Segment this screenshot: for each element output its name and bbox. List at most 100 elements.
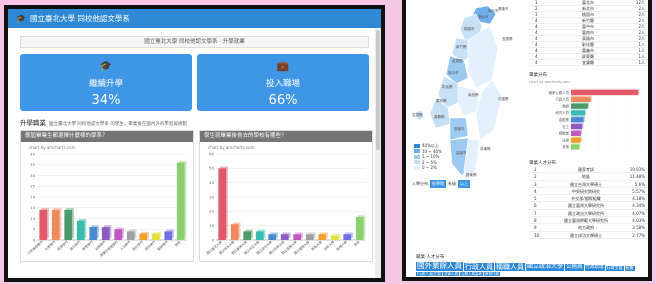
table-row: 8 國立臺灣師範大學研究所 4.03% xyxy=(529,217,648,225)
map-region-hualien[interactable] xyxy=(475,79,503,141)
x-tick-label: 銘傳大學 xyxy=(335,239,349,252)
tag-item[interactable]: 公務員 xyxy=(565,264,584,271)
map-filter-button[interactable]: 依學院 xyxy=(430,180,446,188)
map-region-label: 臺東縣 xyxy=(480,146,491,151)
tag-item[interactable]: 稱職人員 xyxy=(495,262,525,271)
bar xyxy=(176,162,185,240)
legend-swatch xyxy=(414,165,420,170)
tile-value: 66% xyxy=(268,93,298,108)
legend-swatch xyxy=(414,154,420,159)
map-region-label: 新北市 xyxy=(478,14,489,19)
y-tick-label: 20 xyxy=(209,209,214,214)
legend-item: 10 ~ 40% xyxy=(414,149,442,155)
briefcase-icon: 💼 xyxy=(276,61,290,72)
bar xyxy=(255,231,264,240)
x-tick-label: 東吳大學 xyxy=(310,239,324,252)
map-region-label: 基隆市 xyxy=(498,6,509,11)
legend-swatch xyxy=(414,149,420,154)
scrollbar[interactable] xyxy=(375,28,381,278)
map-region-label: 屏東縣 xyxy=(466,172,477,177)
x-tick-label: 資訊學門 xyxy=(143,239,156,251)
bar xyxy=(268,234,277,240)
table-cell: 國家考試 xyxy=(578,167,594,172)
table-cell: 1 xyxy=(535,0,538,5)
table-cell: 臺中市 xyxy=(582,24,594,29)
bar xyxy=(571,130,581,136)
tag-item[interactable]: 行政主管 xyxy=(605,265,624,271)
legend-item: 40%以上 xyxy=(414,143,442,149)
table-cell: 桃園市 xyxy=(582,12,594,17)
table-cell: 2人 xyxy=(638,30,645,35)
tag-item[interactable]: 秘書 xyxy=(624,265,635,271)
table-cell: 4 xyxy=(535,30,538,35)
map-more-button[interactable]: 以上 xyxy=(458,180,470,188)
table-cell: 5.6% xyxy=(634,181,645,187)
bar xyxy=(571,117,584,123)
y-tick-label: 法律 xyxy=(562,137,569,142)
table-cell: 10 xyxy=(534,232,540,238)
map-region-label: 彰化縣 xyxy=(442,84,453,89)
y-tick-label: 0 xyxy=(212,237,215,242)
chart-box-majors: 應屆畢業生都選擇什麼樣的學系？ chart by amcharts.com 05… xyxy=(20,130,194,262)
bar xyxy=(126,231,135,240)
bar xyxy=(305,234,314,240)
table-cell: 4 xyxy=(535,18,538,23)
distribution-page: 新北市 臺北市 基隆市 桃園市 新竹縣 苗栗縣 臺中市 彰化縣 南投縣 雲林縣 嘉義縣 臺南市 高雄市屏… xyxy=(406,0,648,277)
scrollbar-thumb[interactable] xyxy=(376,30,380,150)
tag-item[interactable]: 教育行政 xyxy=(484,272,500,277)
table-cell: 臺南市 xyxy=(582,30,594,35)
y-tick-label: 15 xyxy=(30,205,35,210)
tag-item[interactable]: 行政人員 xyxy=(464,262,494,271)
legend-item: 0 ~ 2% xyxy=(414,165,442,171)
table-cell: 國立台灣大學碩士 xyxy=(570,181,602,187)
map-legend: 40%以上 10 ~ 40% 5 ~ 10% 2 ~ 5% 0 ~ 2% xyxy=(414,143,442,171)
tag-item[interactable]: 法律人員 xyxy=(443,272,459,277)
map-region-label: 澎湖縣 xyxy=(412,112,423,117)
bar xyxy=(343,234,352,240)
table-cell: 7 xyxy=(534,210,537,216)
table-cell: 中央研究院研究 xyxy=(572,188,600,194)
table-cell: 2人 xyxy=(638,6,645,11)
bar xyxy=(243,231,252,240)
tag-item[interactable]: 行政人員主管 xyxy=(416,271,442,277)
y-tick-label: 30 xyxy=(30,173,35,178)
table-cell: 宜蘭縣 xyxy=(582,60,594,65)
bar xyxy=(355,217,364,240)
y-tick-label: 社工 xyxy=(562,124,569,129)
table-row: 4 宜蘭縣 1人 xyxy=(529,60,648,66)
bar xyxy=(280,234,289,240)
page-header-title: 國立臺北大學 同校他認文學系 xyxy=(29,14,130,23)
tag-item[interactable]: 國外業餘人員 xyxy=(416,261,463,271)
table-cell: 高雄市 xyxy=(582,36,594,41)
table-cell: 2.77% xyxy=(632,232,645,238)
page-header: 🎓 國立臺北大學 同校他認文學系 xyxy=(8,9,381,28)
table-cell: 8 xyxy=(534,218,537,224)
table-cell: 4 xyxy=(535,48,538,53)
tile-employment[interactable]: 💼 投入職場 66% xyxy=(197,54,369,111)
bar xyxy=(101,227,110,240)
table-cell: 4.18% xyxy=(632,196,645,202)
x-tick-label: 教育學門 xyxy=(81,239,94,251)
bar xyxy=(571,103,588,109)
map-region-label: 苗栗縣 xyxy=(452,58,463,63)
table-row: 9 地方政府 3.58% xyxy=(529,224,648,232)
x-tick-label: 社會學門 xyxy=(43,239,56,251)
table-cell: 4 xyxy=(535,54,538,59)
table-cell: 3 xyxy=(534,181,537,187)
bar xyxy=(571,137,581,143)
map-controls: 入學分布 依學院 系級 以上 xyxy=(412,180,470,188)
y-tick-label: 40 xyxy=(30,151,35,156)
tile-further-study[interactable]: 🎓 繼續升學 34% xyxy=(20,54,192,111)
distribution-chart: 國家公務人員行政人員教師研究人員金融業社工媒體業法律其他 xyxy=(549,88,642,152)
table-cell: 國立政治大學研究所 xyxy=(568,210,604,216)
y-tick-label: 35 xyxy=(30,162,35,167)
y-tick-label: 教師 xyxy=(562,103,569,108)
table-row: 4 中央研究院研究 5.57% xyxy=(529,188,648,196)
tag-item[interactable]: 公務人員高考 xyxy=(460,272,483,277)
tag-item[interactable]: 行政助理 xyxy=(584,265,605,271)
y-tick-label: 60 xyxy=(209,151,214,156)
table-cell: 外交部/國際組織 xyxy=(571,196,601,202)
table-cell: 4 xyxy=(535,24,538,29)
tag-item[interactable]: 國立政治大學 xyxy=(526,263,565,271)
distribution-credit: chart by amcharts.com xyxy=(529,80,570,84)
